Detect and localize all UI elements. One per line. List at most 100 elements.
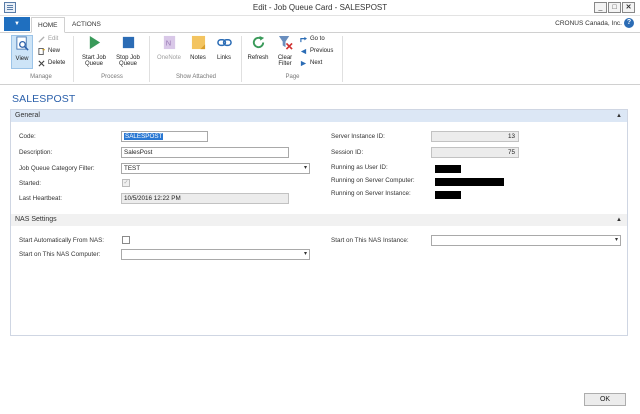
chevron-up-icon: ▲ [616, 217, 622, 223]
running-as-user-id-label: Running as User ID: [331, 164, 388, 171]
previous-button[interactable]: Previous [300, 47, 333, 56]
go-to-button[interactable]: Go to [300, 35, 325, 44]
ribbon: View Edit New Delete Manage Start Job Qu… [0, 33, 640, 85]
previous-arrow-icon [300, 48, 307, 55]
help-icon[interactable]: ? [624, 18, 634, 28]
window-title: Edit - Job Queue Card - SALESPOST [252, 3, 388, 12]
onenote-icon: N [163, 35, 175, 50]
onenote-label: OneNote [156, 54, 181, 61]
chevron-down-icon: ▾ [614, 237, 618, 243]
description-label: Description: [19, 149, 53, 156]
stop-icon [122, 36, 134, 49]
delete-label: Delete [48, 60, 66, 66]
ok-button[interactable]: OK [584, 393, 626, 406]
notes-label: Notes [190, 54, 206, 61]
play-icon [89, 35, 100, 50]
clear-filter-button[interactable]: Clear Filter [273, 35, 297, 68]
redacted-user-id [435, 165, 461, 173]
running-on-server-instance-label: Running on Server Instance: [331, 190, 411, 197]
view-label: View [15, 55, 29, 62]
session-id-label: Session ID: [331, 149, 364, 156]
delete-icon [38, 60, 45, 67]
running-on-server-computer-label: Running on Server Computer: [331, 177, 415, 184]
application-menu-button[interactable]: ▼ [4, 17, 30, 31]
tab-home[interactable]: HOME [31, 17, 65, 33]
new-label: New [48, 48, 61, 54]
last-heartbeat-label: Last Heartbeat: [19, 195, 63, 202]
group-label-show-attached: Show Attached [175, 74, 217, 80]
links-label: Links [216, 54, 231, 61]
stop-job-queue-label-2: Queue [118, 61, 137, 67]
edit-button[interactable]: Edit [38, 35, 58, 44]
start-on-nas-computer-label: Start on This NAS Computer: [19, 251, 101, 258]
start-on-nas-computer-select[interactable]: ▾ [121, 249, 310, 260]
job-queue-category-filter-value: TEST [124, 165, 141, 172]
start-job-queue-button[interactable]: Start Job Queue [78, 35, 110, 68]
group-label-page: Page [285, 74, 300, 80]
redacted-server-instance [435, 191, 461, 199]
group-label-manage: Manage [30, 74, 52, 80]
start-on-nas-instance-select[interactable]: ▾ [431, 235, 621, 246]
group-separator [73, 36, 74, 82]
next-label: Next [310, 60, 323, 66]
chevron-up-icon: ▲ [616, 113, 622, 119]
title-bar: Edit - Job Queue Card - SALESPOST _ □ ✕ [0, 0, 640, 16]
onenote-button[interactable]: N OneNote [153, 35, 185, 61]
delete-button[interactable]: Delete [38, 59, 65, 68]
link-icon [216, 38, 232, 47]
start-automatically-from-nas-label: Start Automatically From NAS: [19, 237, 105, 244]
previous-label: Previous [310, 48, 334, 54]
page-title: SALESPOST [12, 93, 76, 105]
next-button[interactable]: Next [300, 59, 322, 68]
fasttab-general-header[interactable]: General ▲ [11, 110, 627, 122]
started-label: Started: [19, 180, 42, 187]
job-queue-category-filter-select[interactable]: TEST ▾ [121, 163, 310, 174]
session-id-field: 75 [431, 147, 519, 158]
job-queue-category-filter-label: Job Queue Category Filter: [19, 165, 95, 172]
start-on-nas-instance-label: Start on This NAS Instance: [331, 237, 409, 244]
view-button[interactable]: View [11, 35, 33, 69]
new-document-icon [38, 48, 45, 55]
tab-actions[interactable]: ACTIONS [66, 17, 107, 33]
fasttab-nas-settings-title: NAS Settings [15, 216, 57, 223]
note-icon [191, 35, 205, 50]
server-instance-id-label: Server Instance ID: [331, 133, 385, 140]
new-button[interactable]: New [38, 47, 60, 56]
group-label-process: Process [101, 74, 123, 80]
chevron-down-icon: ▾ [303, 165, 307, 171]
chevron-down-icon: ▾ [303, 251, 307, 257]
links-button[interactable]: Links [213, 35, 235, 61]
stop-job-queue-button[interactable]: Stop Job Queue [112, 35, 144, 68]
go-to-arrow-icon [300, 36, 307, 43]
refresh-button[interactable]: Refresh [245, 35, 271, 61]
group-separator [241, 36, 242, 82]
minimize-button[interactable]: _ [594, 2, 607, 13]
redacted-server-computer [435, 178, 504, 186]
code-value: SALESPOST [124, 133, 164, 140]
view-icon [15, 36, 29, 51]
start-job-queue-label-2: Queue [84, 61, 103, 67]
fasttab-nas-settings-header[interactable]: NAS Settings ▲ [11, 214, 627, 226]
next-arrow-icon [300, 60, 307, 67]
close-button[interactable]: ✕ [622, 2, 635, 13]
server-instance-id-field: 13 [431, 131, 519, 142]
company-name: CRONUS Canada, Inc. [555, 20, 622, 27]
code-field[interactable]: SALESPOST [121, 131, 208, 142]
start-automatically-from-nas-checkbox[interactable] [122, 236, 130, 244]
fasttab-general-title: General [15, 112, 40, 119]
clear-filter-label-2: Filter [278, 61, 292, 67]
svg-text:N: N [165, 38, 170, 47]
pencil-icon [38, 36, 45, 43]
ribbon-tab-row: ▼ HOME ACTIONS CRONUS Canada, Inc. ? [0, 16, 640, 33]
started-checkbox: ✓ [122, 179, 130, 187]
group-separator [342, 36, 343, 82]
clear-filter-icon [278, 35, 293, 50]
maximize-button[interactable]: □ [608, 2, 621, 13]
code-label: Code: [19, 133, 36, 140]
description-field[interactable]: SalesPost [121, 147, 289, 158]
edit-label: Edit [48, 36, 59, 42]
refresh-icon [252, 35, 264, 49]
notes-button[interactable]: Notes [187, 35, 209, 61]
go-to-label: Go to [310, 36, 325, 42]
refresh-label: Refresh [247, 54, 269, 61]
